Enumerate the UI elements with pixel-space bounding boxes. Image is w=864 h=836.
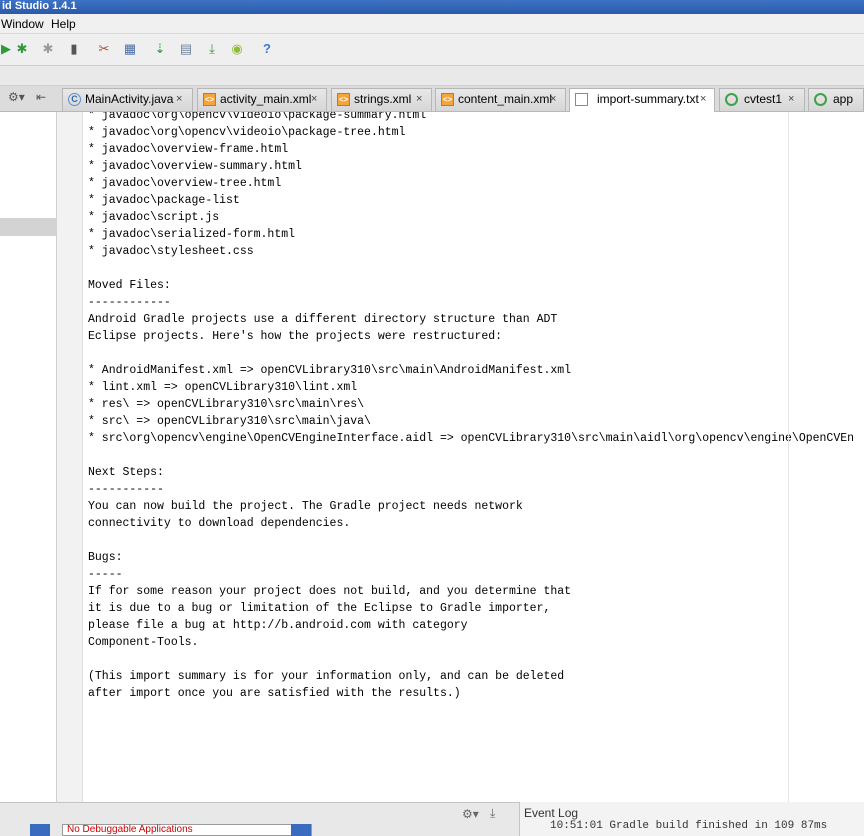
menu-window[interactable]: Window — [1, 16, 44, 32]
editor-line: Android Gradle projects use a different … — [88, 313, 558, 326]
tab-cvtest1[interactable]: cvtest1 × — [719, 88, 805, 111]
editor-line: Bugs: — [88, 551, 123, 564]
editor-line: (This import summary is for your informa… — [88, 670, 565, 683]
dropdown-arrow-button[interactable] — [291, 824, 311, 836]
tab-import-summary-txt[interactable]: import-summary.txt × — [569, 88, 715, 112]
logcat-toggle-button[interactable] — [30, 824, 50, 836]
menu-bar: Window Help — [0, 14, 864, 34]
editor-line: it is due to a bug or limitation of the … — [88, 602, 551, 615]
text-file-icon — [575, 93, 588, 106]
debuggable-apps-dropdown[interactable]: No Debuggable Applications — [62, 824, 312, 836]
java-class-icon: C — [68, 93, 81, 106]
editor-line: Next Steps: — [88, 466, 164, 479]
editor-line: * javadoc\script.js — [88, 211, 220, 224]
tab-content-main-xml[interactable]: <> content_main.xml × — [435, 88, 566, 111]
collapse-panel-icon[interactable]: ⇤ — [36, 90, 46, 104]
close-tab-icon[interactable]: × — [550, 89, 556, 110]
device-monitor-icon[interactable]: ▮ — [66, 41, 82, 57]
module-icon — [814, 93, 827, 106]
editor-line: * AndroidManifest.xml => openCVLibrary31… — [88, 364, 572, 377]
close-tab-icon[interactable]: × — [176, 89, 182, 110]
tab-app[interactable]: app — [808, 88, 864, 111]
text-editor[interactable]: * javadoc\org\opencv\videoio\package-sum… — [83, 112, 864, 802]
editor-line: * src\ => openCVLibrary310\src\main\java… — [88, 415, 371, 428]
editor-line: You can now build the project. The Gradl… — [88, 500, 523, 513]
avd-manager-icon[interactable]: ▤ — [178, 41, 194, 57]
editor-line: connectivity to download dependencies. — [88, 517, 351, 530]
module-settings-icon[interactable]: ▦ — [122, 41, 138, 57]
settings-gear-icon[interactable]: ⚙▾ — [462, 807, 479, 821]
main-toolbar: ▶ ✱ ✱ ▮ ✂ ▦ ⇣ ▤ ⤓ ◉ ? — [0, 34, 864, 66]
tab-strings-xml[interactable]: <> strings.xml × — [331, 88, 432, 111]
xml-file-icon: <> — [203, 93, 216, 106]
event-log-title: Event Log — [524, 806, 579, 820]
debug-icon[interactable]: ✱ — [14, 41, 30, 57]
editor-line: * javadoc\package-list — [88, 194, 240, 207]
right-margin-guide — [788, 112, 789, 802]
window-title: id Studio 1.4.1 — [2, 0, 77, 12]
editor-gutter — [57, 112, 83, 802]
editor-line: ----- — [88, 568, 123, 581]
editor-line: * javadoc\overview-frame.html — [88, 143, 289, 156]
editor-line: * javadoc\overview-summary.html — [88, 160, 302, 173]
module-icon — [725, 93, 738, 106]
attach-debugger-icon[interactable]: ✱ — [40, 41, 56, 57]
editor-line: * lint.xml => openCVLibrary310\lint.xml — [88, 381, 358, 394]
editor-line: Component-Tools. — [88, 636, 199, 649]
editor-text: * javadoc\org\opencv\videoio\package-sum… — [88, 112, 854, 702]
editor-line: * javadoc\stylesheet.css — [88, 245, 254, 258]
editor-line: Moved Files: — [88, 279, 171, 292]
navigation-strip — [0, 66, 864, 86]
sdk-manager-icon[interactable]: ⤓ — [204, 41, 220, 57]
menu-help[interactable]: Help — [51, 16, 76, 32]
close-tab-icon[interactable]: × — [311, 89, 317, 110]
editor-line: * res\ => openCVLibrary310\src\main\res\ — [88, 398, 365, 411]
editor-line: * javadoc\org\opencv\videoio\package-sum… — [88, 112, 427, 122]
xml-file-icon: <> — [441, 93, 454, 106]
close-tab-icon[interactable]: × — [788, 89, 794, 110]
project-structure-icon[interactable]: ✂ — [96, 41, 112, 57]
window-title-bar: id Studio 1.4.1 — [0, 0, 864, 14]
editor-line: * javadoc\org\opencv\videoio\package-tre… — [88, 126, 406, 139]
event-log-entry: 10:51:01 Gradle build finished in 109 87… — [550, 820, 828, 832]
editor-line: please file a bug at http://b.android.co… — [88, 619, 468, 632]
android-monitor-icon[interactable]: ◉ — [229, 41, 245, 57]
close-tab-icon[interactable]: × — [416, 89, 422, 110]
editor-line: * javadoc\serialized-form.html — [88, 228, 296, 241]
help-icon[interactable]: ? — [259, 41, 275, 57]
selected-tree-row[interactable] — [0, 218, 57, 236]
editor-line: If for some reason your project does not… — [88, 585, 572, 598]
editor-line: Eclipse projects. Here's how the project… — [88, 330, 503, 343]
editor-line: * src\org\opencv\engine\OpenCVEngineInte… — [88, 432, 855, 445]
editor-line: ----------- — [88, 483, 164, 496]
project-tool-window[interactable] — [0, 112, 57, 802]
editor-tab-bar: ⚙▾ ⇤ C MainActivity.java × <> activity_m… — [0, 86, 864, 112]
tab-activity-main-xml[interactable]: <> activity_main.xml × — [197, 88, 327, 111]
editor-line: after import once you are satisfied with… — [88, 687, 461, 700]
tab-mainactivity-java[interactable]: C MainActivity.java × — [62, 88, 193, 111]
close-tab-icon[interactable]: × — [700, 89, 706, 110]
settings-gear-icon[interactable]: ⚙▾ — [8, 90, 25, 104]
hide-panel-icon[interactable]: ⤓ — [490, 806, 495, 821]
event-log-panel: Event Log 10:51:01 Gradle build finished… — [519, 802, 864, 836]
run-icon[interactable]: ▶ — [0, 41, 14, 57]
editor-line: ------------ — [88, 296, 171, 309]
xml-file-icon: <> — [337, 93, 350, 106]
editor-line: * javadoc\overview-tree.html — [88, 177, 282, 190]
sync-gradle-icon[interactable]: ⇣ — [152, 41, 168, 57]
